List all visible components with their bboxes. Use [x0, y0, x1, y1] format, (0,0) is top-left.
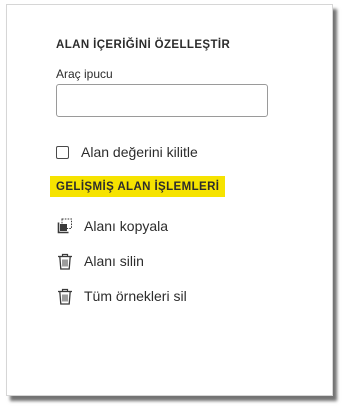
lock-field-checkbox-row[interactable]: Alan değerini kilitle: [56, 143, 198, 161]
delete-field-label: Alanı silin: [84, 253, 144, 269]
field-properties-panel: [6, 4, 333, 396]
trash-icon: [56, 252, 74, 270]
section-title: ALAN İÇERİĞİNİ ÖZELLEŞTİR: [56, 39, 231, 51]
tooltip-label: Araç ipucu: [56, 67, 113, 81]
stage: ALAN İÇERİĞİNİ ÖZELLEŞTİR Araç ipucu Ala…: [0, 0, 349, 408]
advanced-actions-header: GELİŞMİŞ ALAN İŞLEMLERİ: [50, 176, 226, 197]
tooltip-input[interactable]: [56, 84, 268, 117]
copy-field-action[interactable]: Alanı kopyala: [56, 215, 168, 237]
copy-field-label: Alanı kopyala: [84, 218, 169, 234]
trash-icon: [56, 287, 74, 305]
delete-all-instances-label: Tüm örnekleri sil: [84, 288, 187, 304]
lock-field-label: Alan değerini kilitle: [81, 144, 198, 160]
copy-field-icon: [56, 217, 74, 235]
lock-field-checkbox[interactable]: [56, 145, 69, 159]
delete-field-action[interactable]: Alanı silin: [56, 250, 144, 272]
delete-all-instances-action[interactable]: Tüm örnekleri sil: [56, 285, 187, 307]
